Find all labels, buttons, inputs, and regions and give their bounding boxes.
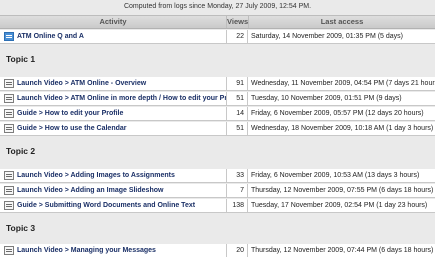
report-caption: Computed from logs since Monday, 27 July… [123,3,312,10]
table-row: Launch Video > Managing your Messages 20… [0,244,435,257]
views-count: 51 [226,122,248,135]
table-row: Guide > How to use the Calendar 51 Wedne… [0,122,435,136]
last-access: Thursday, 12 November 2009, 07:44 PM (6 … [251,247,434,254]
table-row: Launch Video > Adding an Image Slideshow… [0,184,435,198]
last-access: Wednesday, 18 November 2009, 10:18 AM (1… [251,125,434,132]
last-access: Tuesday, 10 November 2009, 01:51 PM (9 d… [251,95,402,102]
table-row: Launch Video > Adding Images to Assignme… [0,169,435,183]
activity-link[interactable]: Launch Video > Managing your Messages [0,244,226,257]
activity-link[interactable]: Launch Video > Adding an Image Slideshow [0,184,226,197]
activity-link[interactable]: Launch Video > Adding Images to Assignme… [0,169,226,182]
activity-link[interactable]: Guide > Submitting Word Documents and On… [0,199,226,212]
table-row: Launch Video > ATM Online in more depth … [0,92,435,106]
views-count: 20 [226,244,248,257]
topic-heading: Topic 2 [6,146,36,156]
last-access: Tuesday, 17 November 2009, 02:54 PM (1 d… [251,202,428,209]
views-count: 14 [226,107,248,120]
last-access: Friday, 6 November 2009, 05:57 PM (12 da… [251,110,424,117]
table-row: Launch Video > ATM Online - Overview 91 … [0,77,435,91]
views-count: 33 [226,169,248,182]
activity-report: Computed from logs since Monday, 27 July… [0,0,435,257]
activity-link[interactable]: Launch Video > ATM Online in more depth … [0,92,226,105]
views-count: 51 [226,92,248,105]
views-count: 138 [226,199,248,212]
column-header-last-access[interactable]: Last access [248,16,435,28]
views-count: 7 [226,184,248,197]
activity-link[interactable]: Guide > How to use the Calendar [0,122,226,135]
activity-link[interactable]: Guide > How to edit your Profile [0,107,226,120]
topic-heading: Topic 3 [6,223,36,233]
table-row: Guide > How to edit your Profile 14 Frid… [0,107,435,121]
last-access: Wednesday, 11 November 2009, 04:54 PM (7… [251,80,435,87]
column-header-activity[interactable]: Activity [0,16,226,28]
last-access: Thursday, 12 November 2009, 07:55 PM (6 … [251,187,434,194]
last-access: Saturday, 14 November 2009, 01:35 PM (5 … [251,33,404,40]
last-access: Friday, 6 November 2009, 10:53 AM (13 da… [251,172,420,179]
topic-heading: Topic 1 [6,54,36,64]
views-count: 91 [226,77,248,90]
views-count: 22 [226,30,248,43]
table-header: Activity Views Last access [0,15,435,29]
table-row: ATM Online Q and A 22 Saturday, 14 Novem… [0,30,435,44]
activity-link[interactable]: Launch Video > ATM Online - Overview [0,77,226,90]
column-header-views[interactable]: Views [226,16,248,28]
table-row: Guide > Submitting Word Documents and On… [0,199,435,213]
activity-link[interactable]: ATM Online Q and A [0,30,226,43]
